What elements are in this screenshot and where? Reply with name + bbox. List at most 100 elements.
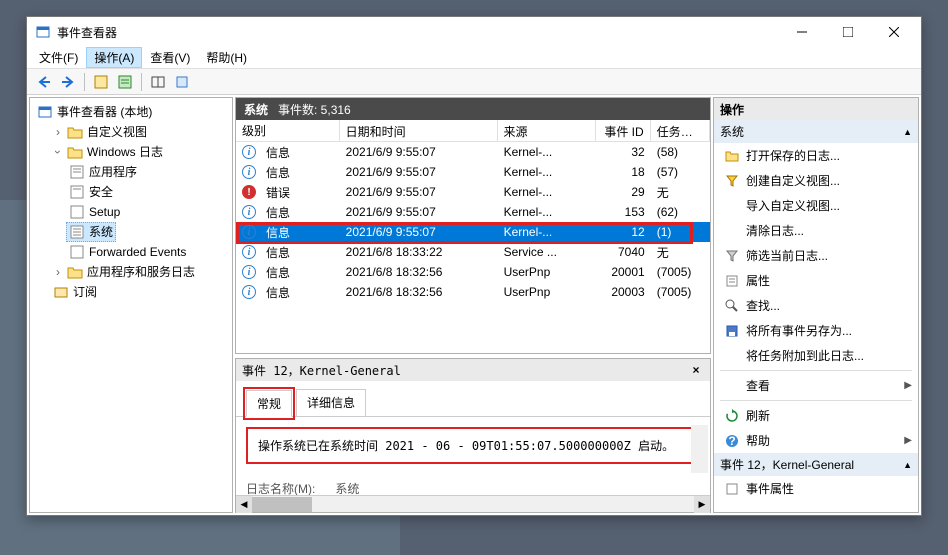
actions-section-event: 事件 12，Kernel-General▲ xyxy=(714,453,918,476)
log-icon xyxy=(69,244,85,260)
eventviewer-icon xyxy=(37,104,53,120)
col-datetime[interactable]: 日期和时间 xyxy=(340,120,498,141)
expand-icon[interactable]: › xyxy=(53,123,63,141)
table-row[interactable]: i信息2021/6/8 18:33:22Service ...7040无 xyxy=(236,242,710,262)
svg-text:?: ? xyxy=(728,434,735,448)
scroll-right-icon[interactable]: ▶ xyxy=(694,496,710,513)
collapse-icon[interactable]: ▲ xyxy=(903,460,912,470)
grid-header: 系统 事件数: 5,316 xyxy=(236,98,710,120)
grid-count: 事件数: 5,316 xyxy=(278,101,351,118)
tree-application[interactable]: 应用程序 xyxy=(66,162,140,182)
action-import-custom[interactable]: 导入自定义视图... xyxy=(714,193,918,218)
collapse-icon[interactable]: › xyxy=(49,147,67,157)
collapse-icon[interactable]: ▲ xyxy=(903,127,912,137)
minimize-button[interactable] xyxy=(779,17,825,47)
scroll-thumb[interactable] xyxy=(252,497,312,512)
col-source[interactable]: 来源 xyxy=(498,120,597,141)
toolbar-btn-3[interactable] xyxy=(147,71,169,93)
log-icon xyxy=(69,184,85,200)
detail-content: 操作系统已在系统时间 ‎2021‎ - ‎06‎ - ‎09T01:55:07.… xyxy=(236,417,710,495)
col-eventid[interactable]: 事件 ID xyxy=(596,120,650,141)
save-icon xyxy=(724,323,740,339)
window-title: 事件查看器 xyxy=(57,24,779,41)
nav-tree[interactable]: 事件查看器 (本地) › 自定义视图 › xyxy=(29,97,233,513)
action-properties[interactable]: 属性 xyxy=(714,268,918,293)
log-icon xyxy=(69,224,85,240)
tree-setup[interactable]: Setup xyxy=(66,202,123,222)
action-find[interactable]: 查找... xyxy=(714,293,918,318)
tab-general[interactable]: 常规 xyxy=(246,390,292,417)
action-attach-task[interactable]: 将任务附加到此日志... xyxy=(714,343,918,368)
back-button[interactable] xyxy=(33,71,55,93)
menu-help[interactable]: 帮助(H) xyxy=(198,47,255,68)
actions-section-system: 系统▲ xyxy=(714,120,918,143)
detail-vscroll[interactable] xyxy=(691,425,708,473)
tree-system[interactable]: 系统 xyxy=(66,222,116,242)
action-open-saved[interactable]: 打开保存的日志... xyxy=(714,143,918,168)
detail-tabs: 常规 详细信息 xyxy=(236,381,710,417)
col-level[interactable]: 级别 xyxy=(236,120,340,141)
event-list: 系统 事件数: 5,316 级别 日期和时间 来源 事件 ID 任务类别 i信息… xyxy=(235,97,711,354)
folder-icon xyxy=(67,264,83,280)
table-row[interactable]: !错误2021/6/9 9:55:07Kernel-...29无 xyxy=(236,182,710,202)
table-row[interactable]: i信息2021/6/9 9:55:07Kernel-...18(57) xyxy=(236,162,710,182)
action-event-properties[interactable]: 事件属性 xyxy=(714,476,918,501)
action-help-submenu[interactable]: ?帮助▶ xyxy=(714,428,918,453)
filter-icon xyxy=(724,173,740,189)
logname-value: 系统 xyxy=(335,480,359,495)
table-row[interactable]: i信息2021/6/9 9:55:07Kernel-...32(58) xyxy=(236,142,710,162)
action-create-custom[interactable]: 创建自定义视图... xyxy=(714,168,918,193)
properties-icon xyxy=(724,481,740,497)
event-detail-panel: 事件 12，Kernel-General × 常规 详细信息 操作系统已在系统时… xyxy=(235,358,711,513)
app-icon xyxy=(35,24,51,40)
table-row[interactable]: i信息2021/6/8 18:32:56UserPnp20001(7005) xyxy=(236,262,710,282)
tree-app-service-logs[interactable]: ›应用程序和服务日志 xyxy=(50,262,198,282)
logname-label: 日志名称(M): xyxy=(246,480,315,495)
maximize-button[interactable] xyxy=(825,17,871,47)
tree-subscriptions[interactable]: 订阅 xyxy=(50,282,100,302)
detail-hscroll[interactable]: ◀ ▶ xyxy=(236,495,710,512)
expand-icon[interactable]: › xyxy=(53,263,63,281)
table-row[interactable]: i信息2021/6/8 18:32:56UserPnp20003(7005) xyxy=(236,282,710,302)
action-refresh[interactable]: 刷新 xyxy=(714,403,918,428)
tree-forwarded[interactable]: Forwarded Events xyxy=(66,242,189,262)
tree-root[interactable]: 事件查看器 (本地) xyxy=(34,102,230,122)
chevron-right-icon: ▶ xyxy=(904,380,912,391)
detail-close-button[interactable]: × xyxy=(688,362,704,378)
table-row[interactable]: i信息2021/6/9 9:55:07Kernel-...12(1) xyxy=(236,222,710,242)
detail-title: 事件 12，Kernel-General xyxy=(242,362,401,379)
tree-custom-views[interactable]: › 自定义视图 xyxy=(50,122,230,142)
detail-message: 操作系统已在系统时间 ‎2021‎ - ‎06‎ - ‎09T01:55:07.… xyxy=(246,427,700,464)
toolbar-btn-1[interactable] xyxy=(90,71,112,93)
menu-action[interactable]: 操作(A) xyxy=(86,47,142,68)
properties-icon xyxy=(724,273,740,289)
action-save-all[interactable]: 将所有事件另存为... xyxy=(714,318,918,343)
find-icon xyxy=(724,298,740,314)
toolbar-btn-4[interactable] xyxy=(171,71,193,93)
action-clear-log[interactable]: 清除日志... xyxy=(714,218,918,243)
folder-icon xyxy=(67,144,83,160)
table-row[interactable]: i信息2021/6/9 9:55:07Kernel-...153(62) xyxy=(236,202,710,222)
action-view-submenu[interactable]: 查看▶ xyxy=(714,373,918,398)
open-icon xyxy=(724,148,740,164)
forward-button[interactable] xyxy=(57,71,79,93)
help-icon: ? xyxy=(724,433,740,449)
tab-details[interactable]: 详细信息 xyxy=(296,389,366,416)
menu-view[interactable]: 查看(V) xyxy=(142,47,198,68)
chevron-right-icon: ▶ xyxy=(904,435,912,446)
menu-file[interactable]: 文件(F) xyxy=(31,47,86,68)
tree-windows-logs[interactable]: › Windows 日志 xyxy=(50,142,230,162)
col-taskcat[interactable]: 任务类别 xyxy=(651,120,710,141)
column-headers[interactable]: 级别 日期和时间 来源 事件 ID 任务类别 xyxy=(236,120,710,142)
toolbar-btn-2[interactable] xyxy=(114,71,136,93)
tree-security[interactable]: 安全 xyxy=(66,182,116,202)
filter-icon xyxy=(724,248,740,264)
scroll-left-icon[interactable]: ◀ xyxy=(236,496,252,513)
actions-header: 操作 xyxy=(714,98,918,120)
folder-icon xyxy=(67,124,83,140)
actions-list[interactable]: 系统▲ 打开保存的日志... 创建自定义视图... 导入自定义视图... 清除日… xyxy=(714,120,918,512)
detail-header: 事件 12，Kernel-General × xyxy=(236,359,710,381)
close-button[interactable] xyxy=(871,17,917,47)
event-rows[interactable]: i信息2021/6/9 9:55:07Kernel-...32(58)i信息20… xyxy=(236,142,710,353)
action-filter-current[interactable]: 筛选当前日志... xyxy=(714,243,918,268)
